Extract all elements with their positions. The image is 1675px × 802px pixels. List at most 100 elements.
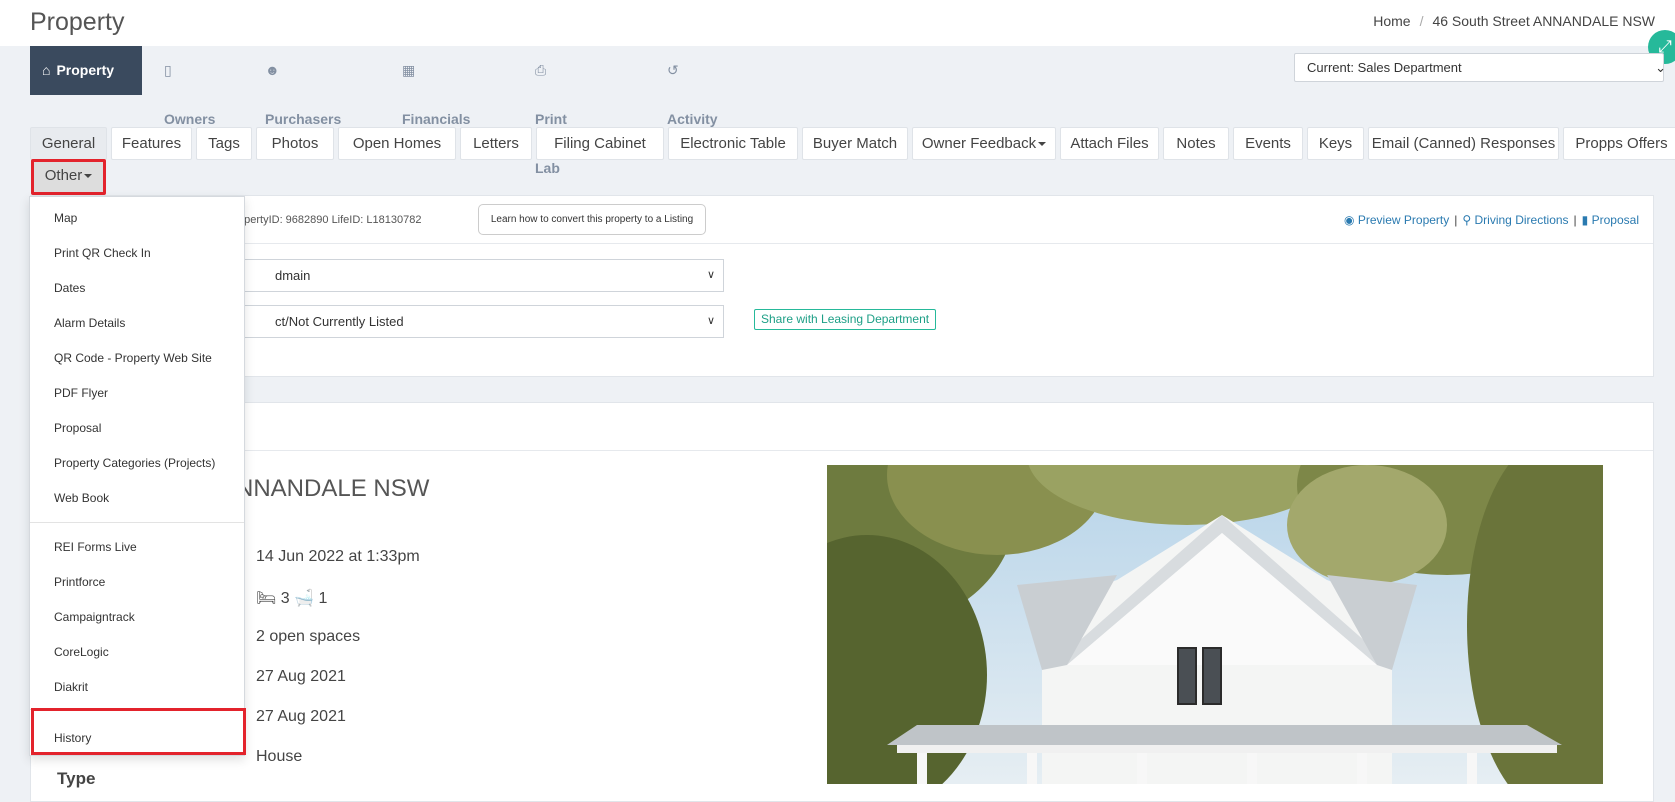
listed-date: 14 Jun 2022 at 1:33pm [256, 548, 420, 565]
nav-label: Owners [164, 111, 216, 127]
page-title: Property [30, 8, 125, 36]
users-icon: ☻ [265, 62, 280, 78]
top-header: Property Home / 46 South Street ANNANDALE … [0, 0, 1675, 46]
tab-electronic-table[interactable]: Electronic Table [668, 127, 798, 160]
tab-propps-offers[interactable]: Propps Offers [1563, 127, 1675, 160]
tab-buyer-match[interactable]: Buyer Match [802, 127, 908, 160]
tab-letters[interactable]: Letters [460, 127, 532, 160]
listing-status-select[interactable]: ct/Not Currently Listed ∨ [238, 305, 724, 338]
proposal-link[interactable]: Proposal [1592, 213, 1639, 227]
menu-item-print-qr-check-in[interactable]: Print QR Check In [54, 246, 151, 260]
nav-label: Property [56, 62, 115, 78]
nav-activity[interactable]: ↺ Activity [655, 46, 730, 127]
tab-other-label: Other [44, 167, 83, 184]
breadcrumb-home[interactable]: Home [1373, 13, 1410, 29]
menu-divider [30, 522, 244, 523]
menu-item-alarm-details[interactable]: Alarm Details [54, 316, 125, 330]
menu-item-printforce[interactable]: Printforce [54, 575, 105, 589]
tab-notes[interactable]: Notes [1163, 127, 1229, 160]
tab-keys[interactable]: Keys [1307, 127, 1364, 160]
department-select-value: Current: Sales Department [1307, 60, 1462, 75]
nav-label: Purchasers [265, 111, 342, 127]
breadcrumb-separator: / [1419, 13, 1424, 29]
tab-photos[interactable]: Photos [256, 127, 334, 160]
property-address: NNANDALE NSW [236, 475, 430, 502]
property-links: ◉ Preview Property | ⚲ Driving Directions |… [1344, 213, 1639, 227]
tab-general[interactable]: General [30, 127, 107, 160]
breadcrumb: Home / 46 South Street ANNANDALE NSW [1373, 13, 1655, 29]
date-value-1: 27 Aug 2021 [256, 668, 346, 685]
map-marker-icon: ⚲ [1462, 213, 1472, 227]
tab-email-canned-responses[interactable]: Email (Canned) Responses [1368, 127, 1559, 160]
learn-convert-button[interactable]: Learn how to convert this property to a … [478, 204, 706, 235]
breadcrumb-current: 46 South Street ANNANDALE NSW [1432, 13, 1655, 29]
nav-label: Financials [402, 111, 471, 127]
caret-down-icon [1038, 142, 1047, 147]
menu-item-campaigntrack[interactable]: Campaigntrack [54, 610, 135, 624]
chevron-down-icon: ∨ [706, 315, 715, 327]
parking-value: 2 open spaces [256, 628, 361, 645]
share-leasing-button[interactable]: Share with Leasing Department [754, 309, 937, 330]
menu-item-proposal[interactable]: Proposal [54, 421, 101, 435]
menu-item-map[interactable]: Map [54, 211, 77, 225]
listing-status-value: ct/Not Currently Listed [275, 314, 404, 329]
nav-owners[interactable]: ▯ Owners [152, 46, 227, 127]
type-value: House [256, 748, 303, 765]
property-photo [827, 465, 1603, 784]
select-field-1[interactable]: dmain ∨ [238, 259, 724, 292]
menu-item-diakrit[interactable]: Diakrit [54, 680, 88, 694]
caret-down-icon [84, 174, 93, 179]
chevron-down-icon: ∨ [706, 269, 715, 281]
file-icon: ▯ [164, 62, 172, 78]
tab-tags[interactable]: Tags [196, 127, 252, 160]
menu-item-history-highlight[interactable]: History [31, 708, 246, 755]
nav-property[interactable]: ⌂ Property [30, 46, 142, 95]
tab-filing-cabinet[interactable]: Filing Cabinet [536, 127, 664, 160]
nav-label: Activity [667, 111, 718, 127]
calculator-icon: ▦ [402, 62, 416, 78]
tab-features[interactable]: Features [111, 127, 192, 160]
property-info-panel: opertyID: 9682890 LifeID: L18130782 Lear… [30, 195, 1654, 377]
info-row: opertyID: 9682890 LifeID: L18130782 Lear… [31, 196, 1653, 244]
bed-icon: 🛏 [256, 590, 277, 607]
date-value-2: 27 Aug 2021 [256, 708, 346, 725]
details-panel-header [31, 403, 1653, 451]
menu-item-web-book[interactable]: Web Book [54, 491, 109, 505]
nav-financials[interactable]: ▦ Financials [390, 46, 482, 127]
nav-purchasers[interactable]: ☻ Purchasers [253, 46, 353, 127]
divider: | [1454, 213, 1458, 227]
department-select[interactable]: Current: Sales Department ⌄ [1294, 53, 1666, 82]
tab-owner-feedback-label: Owner Feedback [921, 135, 1037, 152]
preview-property-link[interactable]: Preview Property [1358, 213, 1449, 227]
tab-open-homes[interactable]: Open Homes [338, 127, 456, 160]
file-icon: ▮ [1581, 213, 1589, 227]
print-icon: ⎙ [535, 62, 547, 78]
menu-item-qr-code-website[interactable]: QR Code - Property Web Site [54, 351, 212, 365]
menu-item-corelogic[interactable]: CoreLogic [54, 645, 109, 659]
chevron-down-icon: ⌄ [1655, 60, 1666, 75]
property-ids: opertyID: 9682890 LifeID: L18130782 [238, 214, 422, 226]
history-icon: ↺ [667, 62, 679, 78]
tab-owner-feedback[interactable]: Owner Feedback [912, 127, 1056, 160]
divider: | [1573, 213, 1577, 227]
type-label: Type [57, 769, 96, 788]
tab-attach-files[interactable]: Attach Files [1060, 127, 1159, 160]
nav-print-lab[interactable]: ⎙Print Lab [523, 46, 579, 176]
home-icon: ⌂ [42, 62, 51, 78]
select-field-1-value: dmain [275, 268, 311, 283]
other-dropdown-menu: Map Print QR Check In Dates Alarm Detail… [29, 196, 246, 756]
driving-directions-link[interactable]: Driving Directions [1475, 213, 1569, 227]
tab-events[interactable]: Events [1233, 127, 1303, 160]
bath-icon: 🛁 [294, 590, 315, 607]
menu-item-property-categories[interactable]: Property Categories (Projects) [54, 456, 215, 470]
bedrooms-count: 3 [280, 590, 290, 607]
menu-item-pdf-flyer[interactable]: PDF Flyer [54, 386, 108, 400]
eye-icon: ◉ [1344, 213, 1355, 227]
menu-item-history[interactable]: History [54, 731, 91, 745]
menu-item-dates[interactable]: Dates [54, 281, 85, 295]
menu-item-rei-forms-live[interactable]: REI Forms Live [54, 540, 137, 554]
bathrooms-count: 1 [318, 590, 328, 607]
house-photo-illustration [827, 465, 1603, 784]
bed-bath: 🛏 3 🛁 1 [256, 588, 327, 608]
tab-other[interactable]: Other [31, 159, 106, 195]
